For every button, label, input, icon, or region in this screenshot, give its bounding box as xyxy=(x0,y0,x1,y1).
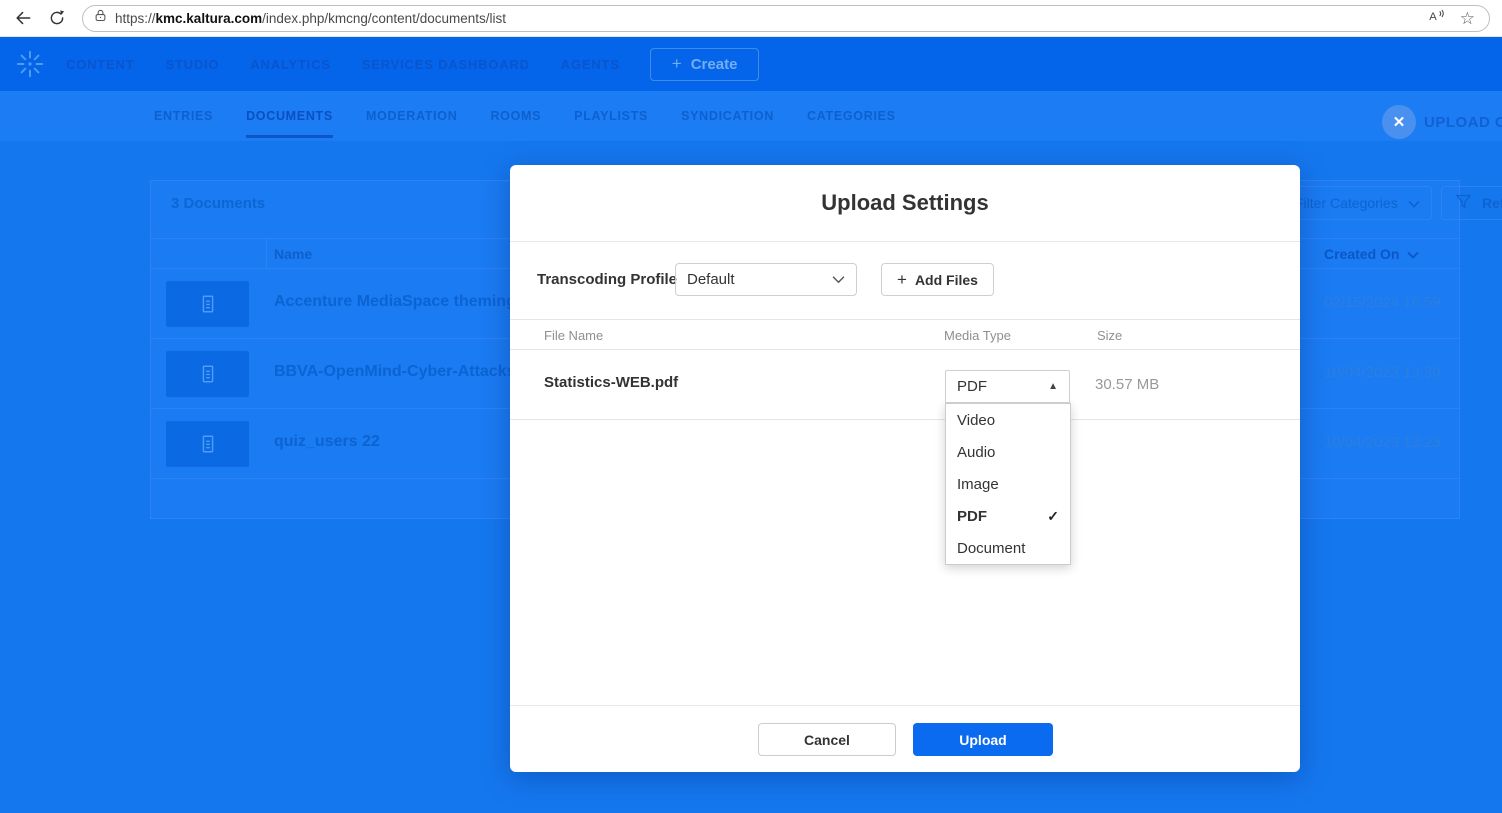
documents-count: 3 Documents xyxy=(171,195,266,212)
media-type-option-audio[interactable]: Audio xyxy=(946,436,1070,468)
filter-funnel-icon xyxy=(1454,192,1473,214)
chevron-down-icon xyxy=(832,271,845,288)
file-size: 30.57 MB xyxy=(1095,376,1160,393)
topnav-item-services-dashboard[interactable]: SERVICES DASHBOARD xyxy=(362,57,530,72)
caret-up-icon: ▲ xyxy=(1048,381,1058,392)
address-bar[interactable]: https://kmc.kaltura.com/index.php/kmcng/… xyxy=(82,4,1490,32)
document-created-on: 10/04/2023 13:30 xyxy=(1324,364,1441,381)
svg-text:A: A xyxy=(1429,10,1437,22)
tab-syndication[interactable]: SYNDICATION xyxy=(681,91,774,141)
sort-chevron-down-icon xyxy=(1407,246,1420,262)
topnav-item-content[interactable]: CONTENT xyxy=(66,57,134,72)
media-type-option-pdf[interactable]: PDF ✓ xyxy=(946,500,1070,532)
document-icon xyxy=(202,365,213,383)
file-table-header: File Name Media Type Size xyxy=(510,319,1300,350)
upload-control-heading: UPLOAD CONTROL xyxy=(1424,114,1502,131)
media-type-option-image[interactable]: Image xyxy=(946,468,1070,500)
document-thumbnail xyxy=(166,421,249,467)
document-created-on: 02/15/2024 16:59 xyxy=(1324,294,1441,311)
document-created-on: 10/04/2023 13:23 xyxy=(1324,434,1441,451)
favorite-star-icon[interactable]: ☆ xyxy=(1460,10,1475,27)
filter-categories-dropdown[interactable]: Filter Categories xyxy=(1284,186,1432,220)
back-icon[interactable] xyxy=(12,7,34,29)
lock-icon xyxy=(93,8,108,28)
media-type-option-video[interactable]: Video xyxy=(946,404,1070,436)
refresh-icon[interactable] xyxy=(46,7,68,29)
refine-filter-button[interactable]: Refine xyxy=(1441,186,1502,220)
tab-entries[interactable]: ENTRIES xyxy=(154,91,213,141)
column-header-file-name: File Name xyxy=(544,328,604,343)
content-sub-navigation: ENTRIES DOCUMENTS MODERATION ROOMS PLAYL… xyxy=(0,91,1502,141)
transcoding-profile-label: Transcoding Profile xyxy=(537,271,678,288)
add-files-button[interactable]: + Add Files xyxy=(881,263,994,296)
close-icon: ✕ xyxy=(1392,114,1406,131)
document-thumbnail xyxy=(166,281,249,327)
divider xyxy=(510,705,1300,706)
document-thumbnail xyxy=(166,351,249,397)
tab-categories[interactable]: CATEGORIES xyxy=(807,91,896,141)
transcoding-profile-select[interactable]: Default xyxy=(675,263,857,296)
tab-playlists[interactable]: PLAYLISTS xyxy=(574,91,648,141)
document-name-link[interactable]: quiz_users 22 xyxy=(274,433,380,451)
topnav-item-analytics[interactable]: ANALYTICS xyxy=(250,57,330,72)
document-icon xyxy=(202,435,213,453)
modal-title: Upload Settings xyxy=(821,190,989,215)
document-name-link[interactable]: Accenture MediaSpace theming xyxy=(274,293,516,311)
cancel-button[interactable]: Cancel xyxy=(758,723,896,756)
column-header-media-type: Media Type xyxy=(944,328,1011,343)
topnav-item-studio[interactable]: STUDIO xyxy=(165,57,219,72)
media-type-option-document[interactable]: Document xyxy=(946,532,1070,564)
column-header-size: Size xyxy=(1097,328,1123,343)
kaltura-logo-icon xyxy=(16,50,44,78)
document-name-link[interactable]: BBVA-OpenMind-Cyber-Attacks-M xyxy=(274,363,534,381)
file-row: Statistics-WEB.pdf PDF ▲ 30.57 MB xyxy=(510,350,1300,420)
plus-icon: + xyxy=(671,54,682,73)
column-header-created-on[interactable]: Created On xyxy=(1324,246,1420,262)
create-button[interactable]: + Create xyxy=(649,47,760,81)
browser-chrome: https://kmc.kaltura.com/index.php/kmcng/… xyxy=(0,0,1502,37)
url-text: https://kmc.kaltura.com/index.php/kmcng/… xyxy=(115,10,506,26)
upload-button[interactable]: Upload xyxy=(913,723,1053,756)
close-upload-settings-button[interactable]: ✕ xyxy=(1382,105,1416,139)
chevron-down-icon xyxy=(1408,195,1420,211)
check-icon: ✓ xyxy=(1047,507,1059,524)
upload-settings-modal: Upload Settings Transcoding Profile Defa… xyxy=(510,165,1300,772)
media-type-dropdown-menu: Video Audio Image PDF ✓ Document xyxy=(945,403,1071,565)
plus-icon: + xyxy=(897,269,907,289)
tab-documents[interactable]: DOCUMENTS xyxy=(246,91,333,141)
column-header-name[interactable]: Name xyxy=(274,246,312,262)
read-aloud-icon[interactable]: A xyxy=(1426,7,1446,30)
divider xyxy=(510,241,1300,242)
top-navigation: CONTENT STUDIO ANALYTICS SERVICES DASHBO… xyxy=(0,37,1502,91)
file-name: Statistics-WEB.pdf xyxy=(544,374,679,391)
document-icon xyxy=(202,295,213,313)
tab-moderation[interactable]: MODERATION xyxy=(366,91,458,141)
topnav-item-agents[interactable]: AGENTS xyxy=(561,57,620,72)
media-type-select[interactable]: PDF ▲ xyxy=(945,370,1070,403)
tab-rooms[interactable]: ROOMS xyxy=(490,91,541,141)
